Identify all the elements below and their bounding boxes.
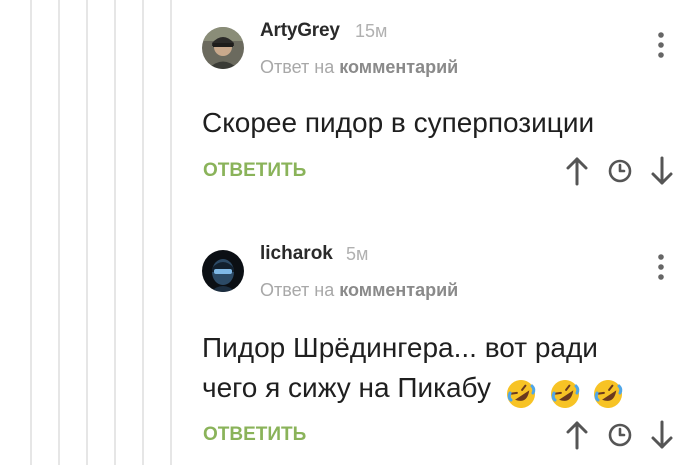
comment-body-line: Пидор Шрёдингера... вот ради — [202, 332, 598, 363]
thread-line — [170, 0, 172, 465]
author-name[interactable]: licharok — [260, 243, 333, 265]
clock-icon[interactable] — [607, 422, 633, 448]
thread-line — [86, 0, 88, 465]
reply-button[interactable]: ОТВЕТИТЬ — [203, 424, 306, 446]
comment-body-line: чего я сижу на Пикабу — [202, 368, 628, 412]
rolling-laughing-emoji-icon — [550, 379, 579, 408]
reply-to-link[interactable]: комментарий — [339, 280, 458, 300]
comment-body: Пидор Шрёдингера... вот ради чего я сижу… — [202, 328, 628, 412]
comment-time: 5м — [346, 244, 369, 264]
comment-body-text: чего я сижу на Пикабу — [202, 372, 491, 403]
comment-licharok: licharok 5м Ответ на комментарий Пидор Ш… — [200, 0, 700, 465]
avatar[interactable] — [202, 250, 244, 292]
reply-to: Ответ на комментарий — [260, 280, 458, 301]
rolling-laughing-emoji-icon — [506, 379, 536, 408]
thread-line — [30, 0, 32, 465]
emoji-group — [505, 372, 629, 412]
thread-line — [58, 0, 60, 465]
more-vertical-icon[interactable] — [655, 253, 667, 283]
rolling-laughing-emoji-icon — [594, 379, 623, 408]
thread-line — [142, 0, 144, 465]
arrow-down-icon[interactable] — [649, 420, 675, 450]
reply-to-prefix: Ответ на — [260, 280, 335, 300]
arrow-up-icon[interactable] — [564, 420, 590, 450]
thread-line — [114, 0, 116, 465]
